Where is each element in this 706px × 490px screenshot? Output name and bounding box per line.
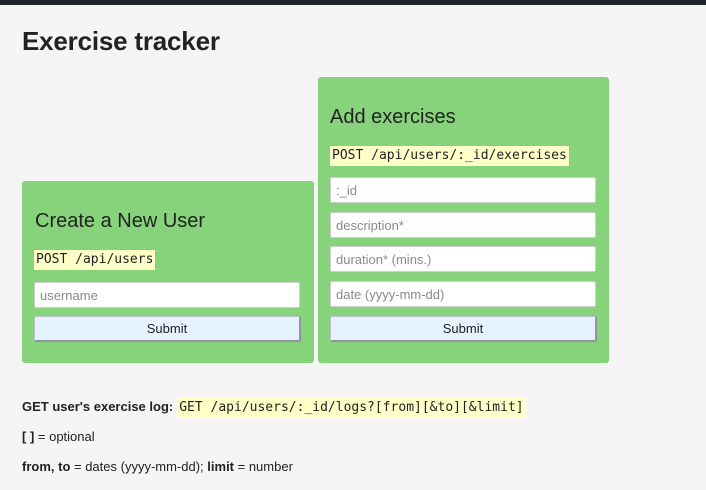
add-exercise-endpoint: POST /api/users/:_id/exercises xyxy=(330,146,569,166)
user-id-input[interactable] xyxy=(330,177,596,203)
limit-label: limit xyxy=(207,459,235,474)
add-exercise-submit-button[interactable]: Submit xyxy=(330,316,597,342)
create-user-endpoint: POST /api/users xyxy=(34,250,156,270)
from-to-label: from, to xyxy=(22,459,71,474)
limit-text: = number xyxy=(234,459,293,474)
optional-symbol: [ ] xyxy=(22,429,35,444)
duration-input[interactable] xyxy=(330,246,596,272)
optional-text: = optional xyxy=(34,429,95,444)
description-input[interactable] xyxy=(330,212,596,238)
from-to-text: = dates (yyyy-mm-dd); xyxy=(70,459,208,474)
browser-top-bar xyxy=(0,0,706,5)
page-title: Exercise tracker xyxy=(22,26,220,56)
add-exercise-card: Add exercises POST /api/users/:_id/exerc… xyxy=(318,77,609,363)
params-info: from, to = dates (yyyy-mm-dd); limit = n… xyxy=(22,458,293,476)
create-user-heading: Create a New User xyxy=(35,210,206,232)
exercise-log-label: GET user's exercise log: xyxy=(22,399,174,414)
exercise-log-info: GET user's exercise log: GET /api/users/:… xyxy=(22,398,526,418)
username-input[interactable] xyxy=(34,282,300,308)
optional-info: [ ] = optional xyxy=(22,428,95,446)
create-user-card: Create a New User POST /api/users Submit xyxy=(22,181,314,363)
create-user-submit-button[interactable]: Submit xyxy=(34,316,301,342)
exercise-log-endpoint: GET /api/users/:_id/logs?[from][&to][&li… xyxy=(177,398,526,418)
date-input[interactable] xyxy=(330,281,596,307)
add-exercise-heading: Add exercises xyxy=(330,106,456,128)
